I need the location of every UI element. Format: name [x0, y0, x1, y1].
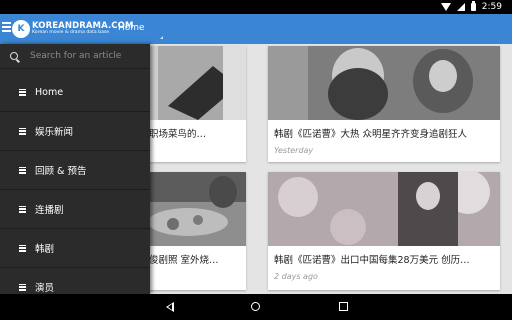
- article-time-4: 2 days ago: [274, 272, 318, 281]
- drawer-search: [0, 44, 150, 69]
- back-icon[interactable]: [166, 302, 174, 312]
- article-image-4: [268, 172, 500, 246]
- article-title-2: 韩剧《匹诺曹》大热 众明星齐齐变身追剧狂人: [274, 129, 468, 140]
- status-time: 2:59: [481, 2, 502, 12]
- battery-icon: [470, 1, 476, 11]
- search-input[interactable]: [30, 51, 140, 61]
- list-icon: [19, 88, 26, 96]
- drawer-item-label: Home: [35, 86, 64, 98]
- list-icon: [19, 244, 26, 252]
- navigation-drawer: Home 娱乐新闻 回顾 & 预告 连播剧 韩剧 演员: [0, 44, 150, 294]
- page-title: Home: [118, 23, 145, 33]
- status-bar: 2:59: [0, 0, 512, 14]
- list-icon: [19, 205, 26, 213]
- list-icon: [19, 127, 26, 135]
- article-time-2: Yesterday: [274, 146, 314, 155]
- drawer-item-serials[interactable]: 连播剧: [0, 190, 150, 229]
- drawer-item-label: 娱乐新闻: [35, 127, 74, 138]
- home-icon[interactable]: [251, 302, 260, 311]
- spinner-indicator: [160, 36, 163, 39]
- app-logo[interactable]: K KOREANDRAMA.COM Korean movie & drama d…: [12, 18, 134, 40]
- logo-badge: K: [12, 20, 30, 38]
- drawer-item-entertainment-news[interactable]: 娱乐新闻: [0, 112, 150, 151]
- search-icon: [10, 52, 18, 60]
- article-card-2[interactable]: 韩剧《匹诺曹》大热 众明星齐齐变身追剧狂人 Yesterday: [268, 46, 500, 162]
- drawer-item-label: 韩剧: [35, 244, 55, 255]
- drawer-item-label: 连播剧: [35, 205, 64, 216]
- article-title-4: 韩剧《匹诺曹》出口中国每集28万美元 创历…: [274, 255, 470, 266]
- recents-icon[interactable]: [339, 302, 348, 311]
- app-bar: K KOREANDRAMA.COM Korean movie & drama d…: [0, 14, 512, 44]
- drawer-item-label: 回顾 & 预告: [35, 166, 87, 177]
- wifi-icon: [440, 3, 451, 11]
- article-image-2: [268, 46, 500, 120]
- drawer-item-label: 演员: [35, 283, 55, 294]
- system-nav-bar: [0, 294, 512, 320]
- list-icon: [19, 283, 26, 291]
- cell-signal-icon: [456, 3, 465, 11]
- drawer-item-actors[interactable]: 演员: [0, 268, 150, 294]
- drawer-item-review-preview[interactable]: 回顾 & 预告: [0, 151, 150, 190]
- menu-icon[interactable]: [2, 22, 11, 34]
- drawer-item-home[interactable]: Home: [0, 73, 150, 112]
- list-icon: [19, 166, 26, 174]
- drawer-item-korean-drama[interactable]: 韩剧: [0, 229, 150, 268]
- article-card-4[interactable]: 韩剧《匹诺曹》出口中国每集28万美元 创历… 2 days ago: [268, 172, 500, 290]
